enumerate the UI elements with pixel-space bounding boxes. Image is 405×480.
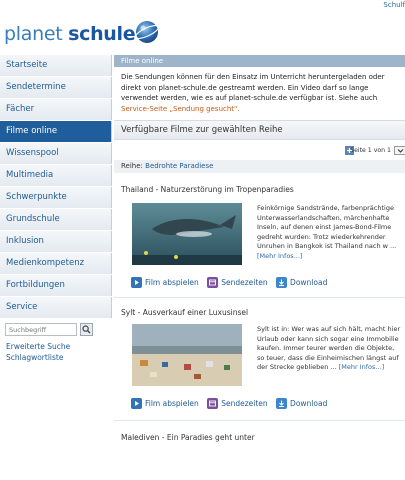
sidebar: Startseite Sendetermine Fächer Filme onl… (0, 55, 112, 363)
sidebar-item-faecher[interactable]: Fächer (0, 99, 112, 120)
download-icon (276, 276, 288, 288)
calendar-icon (207, 276, 219, 288)
sidebar-item-medienkompetenz[interactable]: Medienkompetenz (0, 253, 112, 274)
sidebar-item-sendetermine[interactable]: Sendetermine (0, 77, 112, 98)
series-bar: Reihe: Bedrohte Paradiese (114, 160, 405, 173)
series-value: Bedrohte Paradiese (145, 162, 214, 170)
breadcrumb: Filme online (114, 55, 405, 67)
advanced-search-link[interactable]: Erweiterte Suche (6, 341, 112, 352)
film-actions: Film abspielen Sendezeiten Download (131, 397, 333, 410)
series-label: Reihe: (121, 162, 143, 170)
more-info-link[interactable]: [Mehr Infos...] (339, 363, 384, 371)
sidebar-item-schwerpunkte[interactable]: Schwerpunkte (0, 187, 112, 208)
divider (114, 420, 405, 421)
sidebar-search (0, 323, 112, 337)
more-info-link[interactable]: [Mehr Infos...] (257, 252, 302, 260)
search-button[interactable] (80, 323, 93, 336)
film-description: Feinkörnige Sandstrände, farbenprächtige… (257, 204, 397, 260)
pager-text: Seite 1 von 1 (350, 147, 391, 154)
sidebar-item-filme-online[interactable]: Filme online (0, 121, 112, 142)
section-title: Verfügbare Filme zur gewählten Reihe (114, 120, 405, 140)
sidebar-item-grundschule[interactable]: Grundschule (0, 209, 112, 230)
film-actions: Film abspielen Sendezeiten Download (131, 276, 333, 289)
intro-text: Die Sendungen können für den Einsatz im … (121, 73, 385, 113)
film-thumbnail[interactable] (132, 324, 242, 386)
film-description: Sylt ist in: Wer was auf sich hält, mach… (257, 325, 401, 372)
film-thumbnail[interactable] (132, 203, 242, 265)
download-button[interactable]: Download (276, 276, 327, 289)
page-select[interactable] (394, 146, 405, 155)
film-title: Sylt - Ausverkauf einer Luxusinsel (121, 308, 249, 317)
calendar-icon (207, 397, 219, 409)
sidebar-item-startseite[interactable]: Startseite (0, 55, 112, 76)
top-link-schulfernsehen[interactable]: Schulf (383, 1, 405, 9)
chevron-down-icon (397, 149, 404, 153)
download-button[interactable]: Download (276, 397, 327, 410)
broadcast-times-button[interactable]: Sendezeiten (207, 276, 268, 289)
sidebar-item-service[interactable]: Service (0, 297, 112, 318)
download-icon (276, 397, 288, 409)
sidebar-item-fortbildungen[interactable]: Fortbildungen (0, 275, 112, 296)
pager: Seite 1 von 1 (114, 140, 405, 160)
film-title: Malediven - Ein Paradies geht unter (121, 433, 255, 442)
globe-icon (134, 21, 160, 43)
film-title: Thailand - Naturzerstörung im Tropenpara… (121, 185, 294, 194)
play-icon (131, 397, 142, 409)
service-page-link[interactable]: Service-Seite „Sendung gesucht". (121, 105, 239, 113)
logo-text: planet schule (4, 23, 136, 45)
sidebar-item-inklusion[interactable]: Inklusion (0, 231, 112, 252)
sidebar-item-wissenspool[interactable]: Wissenspool (0, 143, 112, 164)
main-content: Filme online Die Sendungen können für de… (114, 55, 405, 452)
play-film-button[interactable]: Film abspielen (131, 276, 199, 289)
broadcast-times-button[interactable]: Sendezeiten (207, 397, 268, 410)
sidebar-item-multimedia[interactable]: Multimedia (0, 165, 112, 186)
film-item: Sylt - Ausverkauf einer Luxusinsel Sylt … (114, 298, 405, 422)
search-icon (82, 325, 91, 334)
play-film-button[interactable]: Film abspielen (131, 397, 199, 410)
film-item: Malediven - Ein Paradies geht unter (114, 422, 405, 452)
film-item: Thailand - Naturzerstörung im Tropenpara… (114, 173, 405, 298)
play-icon (131, 276, 142, 288)
keyword-list-link[interactable]: Schlagwortliste (6, 352, 112, 363)
search-input[interactable] (5, 323, 77, 336)
